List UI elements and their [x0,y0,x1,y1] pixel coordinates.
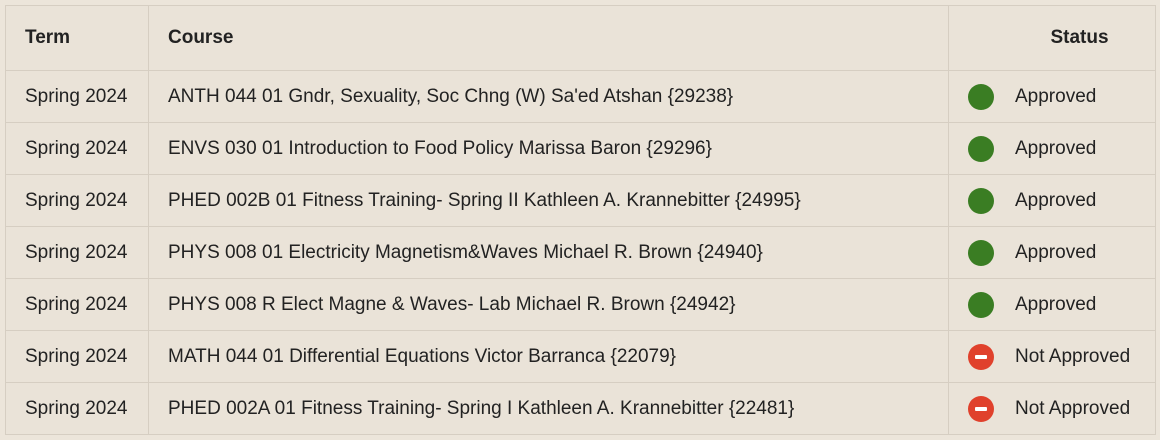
status-label: Approved [1015,189,1097,211]
status-cell: Approved [948,122,1156,175]
term-cell: Spring 2024 [5,174,149,227]
term-cell: Spring 2024 [5,382,149,435]
course-cell: PHED 002A 01 Fitness Training- Spring I … [148,382,949,435]
status-cell: Approved [948,174,1156,227]
course-cell: PHYS 008 01 Electricity Magnetism&Waves … [148,226,949,279]
table-body: Spring 2024 ANTH 044 01 Gndr, Sexuality,… [5,70,1156,435]
table-row: Spring 2024 PHED 002B 01 Fitness Trainin… [5,174,1156,227]
not-approved-icon [968,343,994,370]
status-label: Approved [1015,241,1097,263]
table-row: Spring 2024 PHED 002A 01 Fitness Trainin… [5,382,1156,435]
course-cell: ENVS 030 01 Introduction to Food Policy … [148,122,949,175]
status-cell: Not Approved [948,330,1156,383]
course-status-table: Term Course Status Spring 2024 ANTH 044 … [5,5,1156,435]
approved-icon [968,291,994,318]
course-cell: ANTH 044 01 Gndr, Sexuality, Soc Chng (W… [148,70,949,123]
status-cell: Approved [948,226,1156,279]
course-column-header: Course [148,5,949,71]
term-cell: Spring 2024 [5,70,149,123]
approved-icon [968,83,994,110]
status-label: Approved [1015,137,1097,159]
approved-icon [968,135,994,162]
course-cell: PHED 002B 01 Fitness Training- Spring II… [148,174,949,227]
term-cell: Spring 2024 [5,122,149,175]
status-label: Not Approved [1015,345,1131,367]
header-row: Term Course Status [5,5,1156,71]
approved-icon [968,239,994,266]
approved-icon [968,187,994,214]
table-row: Spring 2024 ENVS 030 01 Introduction to … [5,122,1156,175]
status-label: Approved [1015,293,1097,315]
term-cell: Spring 2024 [5,330,149,383]
table-row: Spring 2024 MATH 044 01 Differential Equ… [5,330,1156,383]
term-cell: Spring 2024 [5,278,149,331]
term-column-header: Term [5,5,149,71]
status-cell: Not Approved [948,382,1156,435]
table-row: Spring 2024 PHYS 008 R Elect Magne & Wav… [5,278,1156,331]
status-cell: Approved [948,278,1156,331]
course-cell: PHYS 008 R Elect Magne & Waves- Lab Mich… [148,278,949,331]
status-cell: Approved [948,70,1156,123]
status-label: Approved [1015,85,1097,107]
not-approved-icon [968,395,994,422]
term-cell: Spring 2024 [5,226,149,279]
status-column-header: Status [948,5,1156,71]
course-status-panel: Term Course Status Spring 2024 ANTH 044 … [5,5,1156,435]
table-row: Spring 2024 PHYS 008 01 Electricity Magn… [5,226,1156,279]
table-header: Term Course Status [5,5,1156,71]
status-label: Not Approved [1015,397,1131,419]
table-row: Spring 2024 ANTH 044 01 Gndr, Sexuality,… [5,70,1156,123]
course-cell: MATH 044 01 Differential Equations Victo… [148,330,949,383]
